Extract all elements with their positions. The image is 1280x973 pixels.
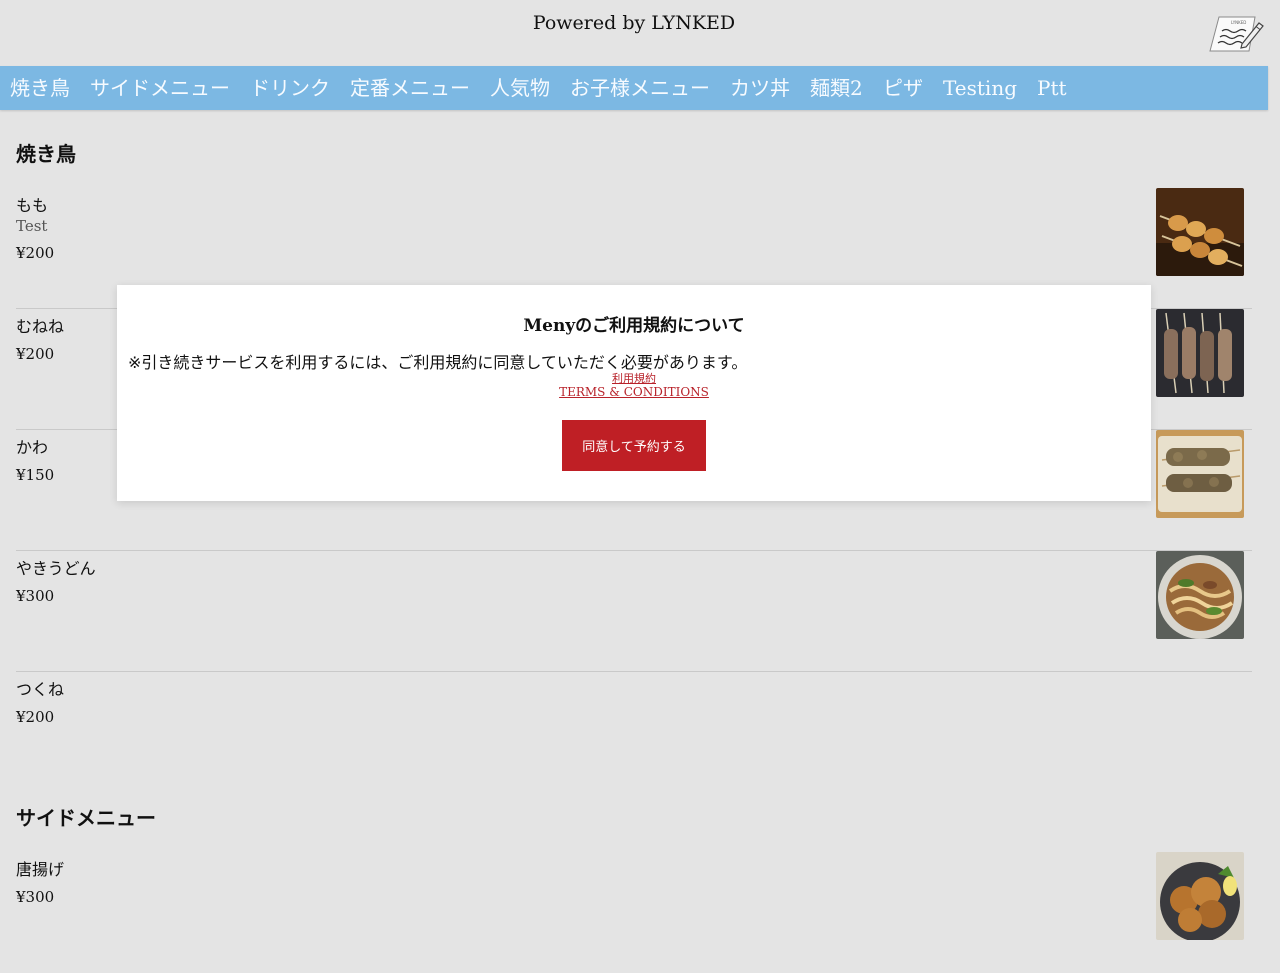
modal-title: Menyのご利用規約について [523,316,745,336]
agree-button[interactable]: 同意して予約する [562,420,706,471]
terms-modal: Menyのご利用規約について ※引き続きサービスを利用するには、ご利用規約に同意… [117,285,1151,501]
terms-link-en[interactable]: TERMS & CONDITIONS [117,385,1151,399]
terms-link-ja[interactable]: 利用規約 [117,370,1151,386]
terms-overlay: Menyのご利用規約について ※引き続きサービスを利用するには、ご利用規約に同意… [0,0,1268,950]
